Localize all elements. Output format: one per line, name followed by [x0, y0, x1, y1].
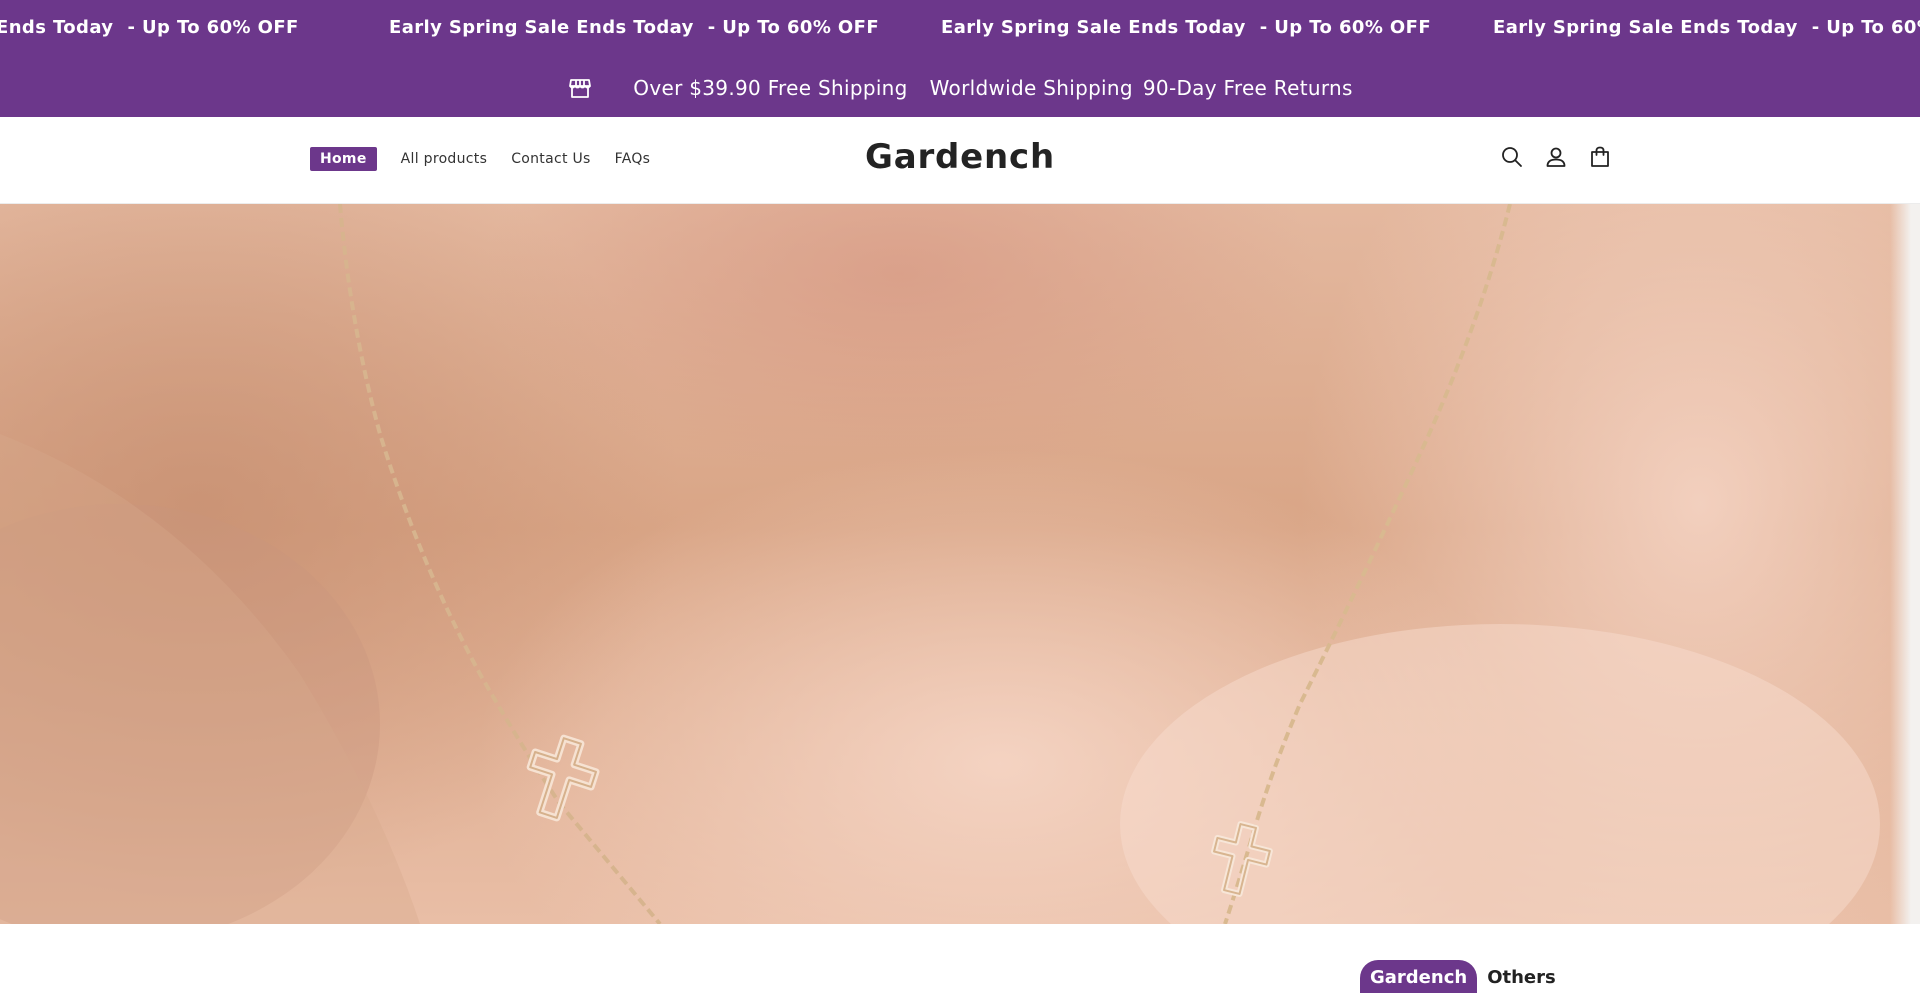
marquee-item[interactable]: Ends Today - Up To 60% OFF — [0, 17, 299, 38]
marquee-item[interactable]: Early Spring Sale Ends Today - Up To 60% … — [1493, 17, 1920, 38]
marquee-item[interactable]: Early Spring Sale Ends Today - Up To 60% … — [389, 17, 879, 38]
hero-banner[interactable] — [0, 204, 1920, 924]
brand-logo[interactable]: Gardench — [0, 137, 1920, 177]
sale-marquee: Ends Today - Up To 60% OFF Early Spring S… — [0, 0, 1920, 56]
tab-others[interactable]: Others — [1477, 960, 1566, 993]
marquee-title: Early Spring Sale Ends Today — [1493, 17, 1798, 38]
marquee-offer: - Up To 60% OFF — [1811, 17, 1920, 38]
account-icon[interactable] — [1544, 145, 1568, 169]
cross-pendant-left — [526, 734, 600, 822]
cart-icon[interactable] — [1588, 145, 1612, 169]
header-icons — [1480, 145, 1612, 169]
marquee-title: Early Spring Sale Ends Today — [941, 17, 1246, 38]
marquee-offer: - Up To 60% OFF — [127, 17, 299, 38]
shipping-info-row: Over $39.90 Free Shipping Worldwide Ship… — [0, 72, 1920, 104]
search-icon[interactable] — [1500, 145, 1524, 169]
site-header: Home All products Contact Us FAQs Garden… — [0, 117, 1920, 204]
announcement-bar: Ends Today - Up To 60% OFF Early Spring S… — [0, 0, 1920, 117]
tab-gardench[interactable]: Gardench — [1360, 960, 1478, 993]
marquee-offer: - Up To 60% OFF — [707, 17, 880, 38]
hero-edge — [1890, 204, 1920, 924]
marquee-offer: - Up To 60% OFF — [1259, 17, 1432, 38]
free-returns-text: 90-Day Free Returns — [1142, 76, 1353, 100]
free-shipping-text: Over $39.90 Free Shipping — [633, 76, 908, 100]
collection-tabs: Gardench Others — [1360, 960, 1566, 993]
marquee-title: Ends Today — [0, 17, 114, 38]
store-icon — [567, 75, 593, 101]
marquee-title: Early Spring Sale Ends Today — [389, 17, 694, 38]
necklace-image — [0, 204, 1880, 924]
worldwide-shipping-text: Worldwide Shipping — [929, 76, 1133, 100]
marquee-item[interactable]: Early Spring Sale Ends Today - Up To 60% … — [941, 17, 1431, 38]
